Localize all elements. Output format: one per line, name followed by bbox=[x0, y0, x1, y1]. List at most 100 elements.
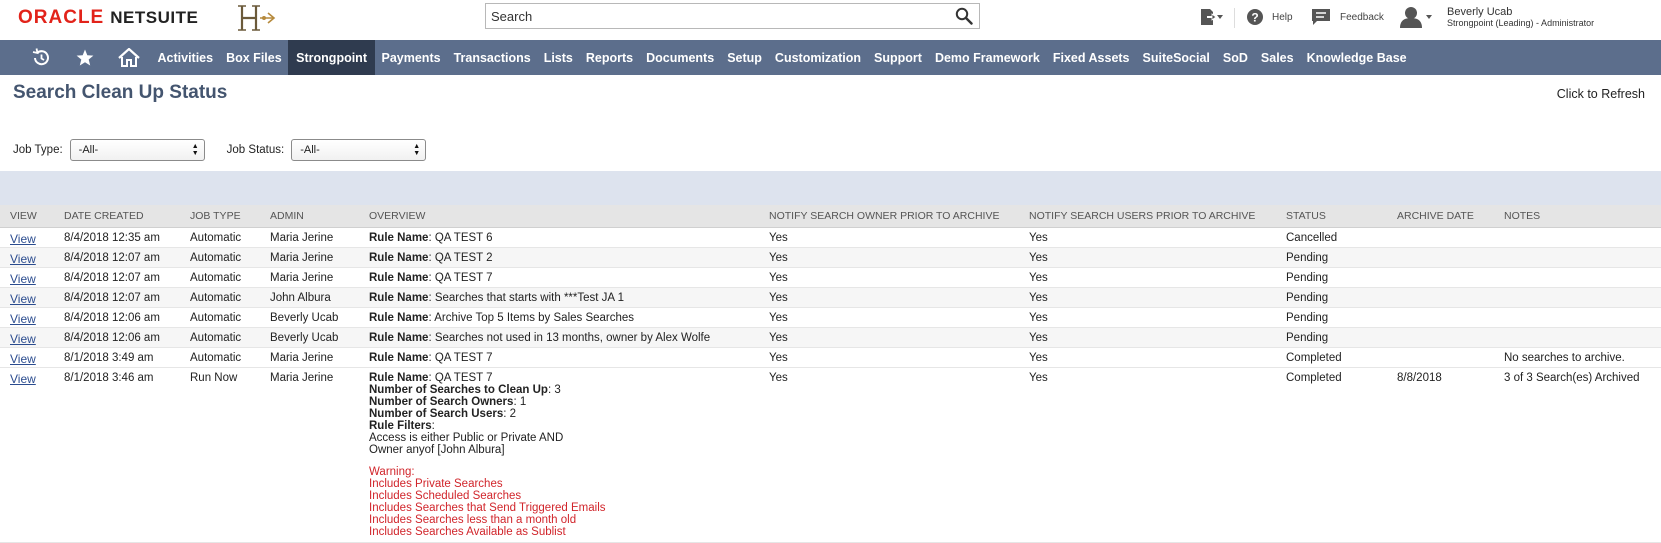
job-type-cell: Automatic bbox=[190, 271, 242, 284]
refresh-button[interactable]: Click to Refresh bbox=[1557, 87, 1645, 101]
nav-reports[interactable]: Reports bbox=[579, 40, 639, 75]
col-overview[interactable]: Overview bbox=[359, 205, 759, 227]
table-row: View 8/4/2018 12:07 am Automatic John Albur… bbox=[0, 287, 1661, 307]
status-cell: Pending bbox=[1286, 251, 1329, 264]
col-job-type[interactable]: Job Type bbox=[180, 205, 260, 227]
global-search-input[interactable] bbox=[486, 4, 946, 28]
table-body: View 8/4/2018 12:35 am Automatic Maria Jeri… bbox=[0, 227, 1661, 542]
nav-transactions[interactable]: Transactions bbox=[447, 40, 537, 75]
status-cell: Pending bbox=[1286, 291, 1329, 304]
nav-documents[interactable]: Documents bbox=[640, 40, 721, 75]
view-link[interactable]: View bbox=[10, 272, 36, 286]
user-name[interactable]: Beverly Ucab bbox=[1447, 7, 1512, 18]
col-status[interactable]: Status bbox=[1276, 205, 1387, 227]
rule-filter-line: Access is either Public or Private AND bbox=[369, 431, 564, 444]
logo-oracle-text: ORACLE bbox=[18, 7, 105, 28]
overview-cell: Rule Name: QA TEST 6 bbox=[359, 227, 759, 247]
help-icon: ? bbox=[1247, 9, 1263, 25]
status-cell: Completed bbox=[1286, 351, 1342, 364]
oracle-netsuite-logo[interactable]: ORACLE NETSUITE bbox=[18, 6, 198, 30]
col-date-created[interactable]: Date Created bbox=[54, 205, 180, 227]
notify-users-cell: Yes bbox=[1029, 271, 1048, 284]
status-cell: Completed bbox=[1286, 371, 1342, 384]
nav-customization[interactable]: Customization bbox=[768, 40, 867, 75]
help-link[interactable]: ? Help bbox=[1246, 8, 1293, 26]
warning-line: Includes Private Searches bbox=[369, 477, 503, 490]
home-button[interactable] bbox=[107, 40, 151, 75]
archive-date-cell bbox=[1387, 307, 1494, 327]
col-notify-users[interactable]: Notify Search Users Prior to Archive bbox=[1019, 205, 1276, 227]
star-icon bbox=[76, 49, 94, 65]
notify-users-cell: Yes bbox=[1029, 311, 1048, 324]
notify-users-cell: Yes bbox=[1029, 291, 1048, 304]
date-created-cell: 8/4/2018 12:06 am bbox=[64, 311, 160, 324]
col-admin[interactable]: Admin bbox=[260, 205, 359, 227]
job-status-select[interactable]: -All- ▲ ▼ bbox=[291, 139, 427, 161]
overview-cell: Rule Name: QA TEST 2 bbox=[359, 247, 759, 267]
nav-setup[interactable]: Setup bbox=[721, 40, 769, 75]
notify-owner-cell: Yes bbox=[769, 231, 788, 244]
notify-owner-cell: Yes bbox=[769, 251, 788, 264]
favorites-button[interactable] bbox=[63, 40, 107, 75]
nav-strongpoint[interactable]: Strongpoint bbox=[288, 40, 375, 75]
nav-sod[interactable]: SoD bbox=[1216, 40, 1254, 75]
nav-activities[interactable]: Activities bbox=[151, 40, 220, 75]
company-logo-icon[interactable] bbox=[234, 3, 278, 33]
view-link[interactable]: View bbox=[10, 352, 36, 366]
feedback-link[interactable]: Feedback bbox=[1311, 8, 1384, 26]
user-menu[interactable] bbox=[1399, 6, 1435, 28]
rule-name-label: Rule Name bbox=[369, 291, 429, 304]
view-link[interactable]: View bbox=[10, 252, 36, 266]
nav-knowledge-base[interactable]: Knowledge Base bbox=[1300, 40, 1413, 75]
rule-name-value: : QA TEST 7 bbox=[428, 271, 493, 284]
overview-cell: Rule Name: Archive Top 5 Items by Sales … bbox=[359, 307, 759, 327]
results-header-band bbox=[0, 171, 1661, 205]
notes-cell bbox=[1494, 267, 1661, 287]
warning-line: Includes Searches less than a month old bbox=[369, 513, 577, 526]
col-view[interactable]: View bbox=[0, 205, 54, 227]
col-archive-date[interactable]: Archive Date bbox=[1387, 205, 1494, 227]
notify-owner-cell: Yes bbox=[769, 351, 788, 364]
admin-cell: Maria Jerine bbox=[270, 231, 334, 244]
archive-date-cell bbox=[1387, 287, 1494, 307]
view-link[interactable]: View bbox=[10, 332, 36, 346]
recent-history-button[interactable] bbox=[19, 40, 63, 75]
nav-demo-framework[interactable]: Demo Framework bbox=[928, 40, 1046, 75]
nav-payments[interactable]: Payments bbox=[375, 40, 447, 75]
logo-netsuite-text: NETSUITE bbox=[110, 8, 199, 27]
filter-bar: Job Type: -All- ▲ ▼ Job Status: -All- ▲ ▼ bbox=[13, 139, 448, 161]
overview-cell: Rule Name: QA TEST 7 Number of Searches … bbox=[359, 367, 759, 542]
select-arrows-icon: ▲ ▼ bbox=[191, 143, 199, 157]
admin-cell: Maria Jerine bbox=[270, 351, 334, 364]
admin-cell: John Albura bbox=[270, 291, 331, 304]
recent-records-icon bbox=[1201, 9, 1223, 25]
user-role[interactable]: Strongpoint (Leading) - Administrator bbox=[1447, 18, 1594, 28]
table-row: View 8/1/2018 3:49 am Automatic Maria Jerin… bbox=[0, 347, 1661, 367]
nav-support[interactable]: Support bbox=[868, 40, 929, 75]
view-link[interactable]: View bbox=[10, 372, 36, 386]
avatar-icon bbox=[1400, 7, 1432, 28]
nav-sales[interactable]: Sales bbox=[1254, 40, 1300, 75]
nav-fixed-assets[interactable]: Fixed Assets bbox=[1046, 40, 1136, 75]
view-link[interactable]: View bbox=[10, 312, 36, 326]
col-notify-owner[interactable]: Notify Search Owner Prior to Archive bbox=[759, 205, 1019, 227]
admin-cell: Beverly Ucab bbox=[270, 331, 339, 344]
nav-box-files[interactable]: Box Files bbox=[220, 40, 289, 75]
nav-suitesocial[interactable]: SuiteSocial bbox=[1136, 40, 1216, 75]
job-type-select[interactable]: -All- ▲ ▼ bbox=[69, 139, 205, 161]
date-created-cell: 8/1/2018 3:46 am bbox=[64, 371, 154, 384]
rule-filter-line: Owner anyof [John Albura] bbox=[369, 443, 505, 456]
table-row: View 8/4/2018 12:06 am Automatic Beverly Uc… bbox=[0, 307, 1661, 327]
users-count-label: Number of Search Users bbox=[369, 407, 504, 420]
view-link[interactable]: View bbox=[10, 292, 36, 306]
job-type-value: -All- bbox=[78, 144, 99, 156]
notes-cell bbox=[1494, 227, 1661, 247]
nav-lists[interactable]: Lists bbox=[537, 40, 579, 75]
search-icon[interactable] bbox=[955, 7, 973, 25]
status-cell: Pending bbox=[1286, 331, 1329, 344]
recent-records-menu[interactable] bbox=[1198, 8, 1224, 26]
col-notes[interactable]: Notes bbox=[1494, 205, 1661, 227]
admin-cell: Maria Jerine bbox=[270, 371, 334, 384]
feedback-icon bbox=[1312, 9, 1330, 25]
view-link[interactable]: View bbox=[10, 232, 36, 246]
